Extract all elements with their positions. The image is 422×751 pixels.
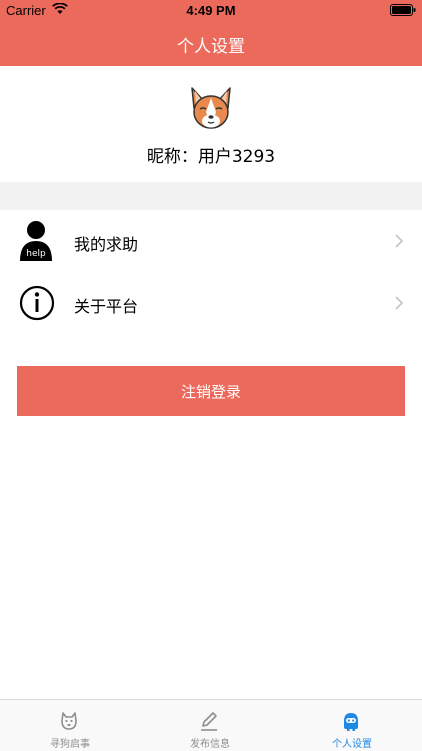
- tab-label: 寻狗启事: [50, 739, 90, 750]
- settings-menu: help 我的求助 关于平台: [0, 210, 422, 334]
- tab-bar: 寻狗启事 发布信息 个人设置: [0, 699, 422, 751]
- menu-item-about[interactable]: 关于平台: [0, 272, 422, 334]
- info-circle-icon: [19, 285, 55, 321]
- help-person-icon: help: [20, 221, 52, 261]
- profile-section: 昵称：用户3293: [0, 66, 422, 182]
- robot-icon: [344, 713, 358, 731]
- tab-settings[interactable]: 个人设置: [282, 700, 422, 751]
- nav-header: Carrier 4:49 PM 个人设置: [0, 0, 422, 66]
- menu-item-my-help[interactable]: help 我的求助: [0, 210, 422, 272]
- edit-icon: [201, 712, 217, 731]
- dog-icon: [61, 712, 77, 730]
- tab-label: 个人设置: [332, 739, 372, 750]
- tab-publish[interactable]: 发布信息: [140, 700, 280, 751]
- section-divider: [0, 182, 422, 210]
- chevron-right-icon: [395, 234, 404, 248]
- battery-icon: [390, 4, 416, 16]
- dog-face-icon[interactable]: [186, 84, 236, 134]
- page-title: 个人设置: [177, 37, 245, 57]
- tab-lost-dog[interactable]: 寻狗启事: [0, 700, 140, 751]
- clock-time: 4:49 PM: [186, 3, 236, 18]
- chevron-right-icon: [395, 296, 404, 310]
- menu-item-label: 我的求助: [74, 235, 139, 254]
- logout-button[interactable]: 注销登录: [17, 366, 405, 416]
- tab-label: 发布信息: [190, 739, 230, 750]
- menu-item-label: 关于平台: [74, 297, 139, 316]
- nickname-label: 昵称：用户3293: [146, 147, 276, 167]
- svg-text:help: help: [26, 249, 46, 259]
- status-bar: Carrier 4:49 PM: [0, 0, 422, 22]
